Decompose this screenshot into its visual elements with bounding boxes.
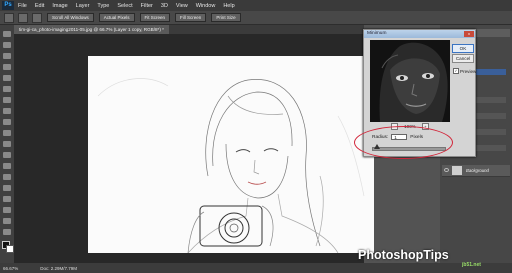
dodge-tool-icon[interactable] — [3, 174, 11, 180]
hand-tool-icon[interactable] — [3, 229, 11, 235]
type-tool-icon[interactable] — [3, 196, 11, 202]
path-select-icon[interactable] — [3, 207, 11, 213]
zoom-out-icon[interactable] — [32, 12, 42, 23]
watermark-text: PhotoshopTips — [358, 248, 449, 262]
menu-view[interactable]: View — [176, 3, 188, 9]
canvas-area[interactable] — [14, 34, 374, 263]
clone-stamp-icon[interactable] — [3, 119, 11, 125]
crop-tool-icon[interactable] — [3, 75, 11, 81]
move-tool-icon[interactable] — [3, 31, 11, 37]
background-color-swatch[interactable] — [6, 245, 14, 253]
menu-image[interactable]: Image — [52, 3, 67, 9]
zoom-tool-icon[interactable] — [4, 12, 14, 23]
actual-pixels-button[interactable]: Actual Pixels — [98, 13, 135, 22]
marquee-tool-icon[interactable] — [3, 42, 11, 48]
document-canvas[interactable] — [88, 56, 374, 254]
history-brush-icon[interactable] — [3, 130, 11, 136]
document-size: Doc: 2.29M/7.79M — [40, 265, 78, 271]
preview-checkbox[interactable]: ✓ — [453, 68, 459, 74]
menu-window[interactable]: Window — [196, 3, 216, 9]
zoom-in-icon[interactable] — [18, 12, 28, 23]
panel-swatch — [476, 69, 506, 75]
menu-filter[interactable]: Filter — [141, 3, 153, 9]
eyedropper-tool-icon[interactable] — [3, 86, 11, 92]
panel-row — [476, 145, 506, 151]
preview-label: Preview — [460, 68, 477, 74]
menu-select[interactable]: Select — [117, 3, 132, 9]
options-bar: Scroll All Windows Actual Pixels Fit Scr… — [0, 11, 512, 25]
blur-tool-icon[interactable] — [3, 163, 11, 169]
zoom-level: 66.67% — [3, 265, 19, 271]
document-tab[interactable]: tim-gi-ca_photo-imaging2011-05.jpg @ 66.… — [14, 25, 169, 34]
menu-file[interactable]: File — [18, 3, 27, 9]
menu-layer[interactable]: Layer — [76, 3, 90, 9]
menu-type[interactable]: Type — [97, 3, 109, 9]
lasso-tool-icon[interactable] — [3, 53, 11, 59]
highlight-annotation — [354, 126, 453, 159]
print-size-button[interactable]: Print Size — [211, 13, 241, 22]
pencil-sketch-image — [97, 78, 365, 254]
close-button[interactable]: x — [464, 31, 474, 37]
pen-tool-icon[interactable] — [3, 185, 11, 191]
layer-thumbnail — [452, 166, 462, 175]
dialog-title: Minimum — [364, 30, 475, 38]
quick-select-tool-icon[interactable] — [3, 64, 11, 70]
ok-button[interactable]: OK — [452, 44, 474, 53]
filter-preview[interactable] — [370, 40, 450, 122]
document-tab-bar: tim-gi-ca_photo-imaging2011-05.jpg @ 66.… — [14, 25, 364, 34]
cancel-button[interactable]: Cancel — [452, 54, 474, 63]
preview-image — [370, 40, 450, 122]
shape-tool-icon[interactable] — [3, 218, 11, 224]
photoshop-logo: Ps — [2, 1, 14, 10]
layer-name: Background — [466, 168, 489, 173]
brush-tool-icon[interactable] — [3, 108, 11, 114]
tools-panel — [0, 25, 15, 263]
panel-row — [476, 113, 506, 119]
menu-3d[interactable]: 3D — [161, 3, 168, 9]
preview-checkbox-row[interactable]: ✓ Preview — [453, 68, 476, 74]
eraser-tool-icon[interactable] — [3, 141, 11, 147]
layer-row-background[interactable]: Background — [442, 165, 510, 177]
status-bar: 66.67% Doc: 2.29M/7.79M — [0, 263, 512, 273]
menu-edit[interactable]: Edit — [35, 3, 44, 9]
panel-row — [476, 129, 506, 135]
menu-bar: Ps File Edit Image Layer Type Select Fil… — [0, 0, 512, 11]
panel-row — [476, 97, 506, 103]
healing-brush-icon[interactable] — [3, 97, 11, 103]
gradient-tool-icon[interactable] — [3, 152, 11, 158]
fit-screen-button[interactable]: Fit Screen — [139, 13, 171, 22]
menu-help[interactable]: Help — [223, 3, 234, 9]
eye-icon[interactable] — [444, 168, 449, 172]
watermark-site: jb51.net — [462, 262, 481, 268]
scroll-all-windows-button[interactable]: Scroll All Windows — [47, 13, 94, 22]
fill-screen-button[interactable]: Fill Screen — [175, 13, 207, 22]
